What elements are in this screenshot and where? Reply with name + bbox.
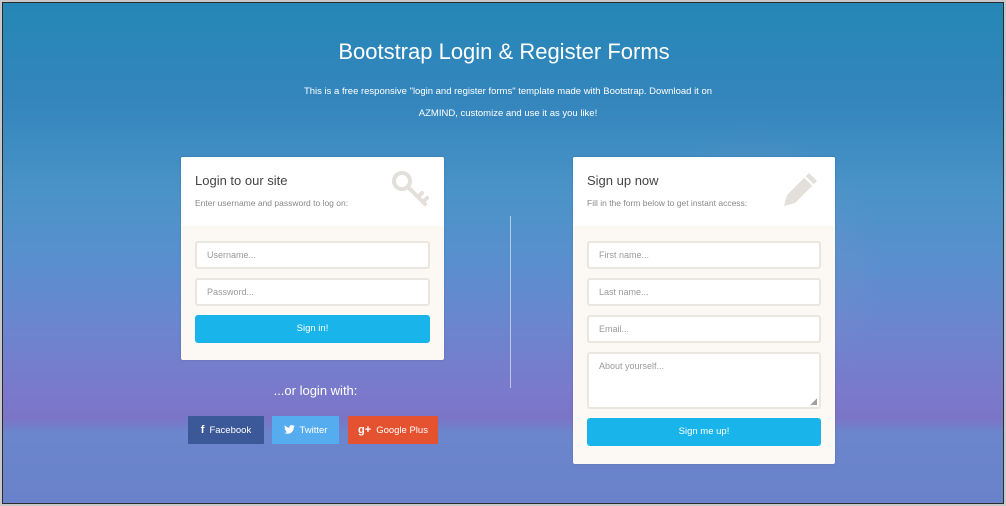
sign-up-button[interactable]: Sign me up! bbox=[587, 418, 821, 446]
facebook-login-button[interactable]: f Facebook bbox=[188, 416, 264, 444]
last-name-input[interactable]: Last name... bbox=[587, 278, 821, 306]
page-background: Bootstrap Login & Register Forms This is… bbox=[2, 2, 1004, 504]
signup-subtitle: Fill in the form below to get instant ac… bbox=[587, 198, 748, 208]
page-description: This is a free responsive "login and reg… bbox=[303, 81, 713, 125]
key-icon bbox=[392, 171, 429, 206]
sign-in-button[interactable]: Sign in! bbox=[195, 315, 430, 343]
twitter-login-button[interactable]: Twitter bbox=[272, 416, 339, 444]
google-plus-label: Google Plus bbox=[376, 425, 428, 436]
column-divider bbox=[510, 216, 511, 388]
resize-handle-icon[interactable] bbox=[810, 398, 817, 405]
page-title: Bootstrap Login & Register Forms bbox=[338, 39, 670, 64]
login-card-header: Login to our site Enter username and pas… bbox=[181, 157, 444, 226]
first-name-input[interactable]: First name... bbox=[587, 241, 821, 269]
twitter-icon bbox=[283, 416, 295, 444]
about-placeholder: About yourself... bbox=[599, 361, 665, 371]
signup-title: Sign up now bbox=[587, 173, 659, 188]
pencil-icon bbox=[784, 173, 817, 206]
about-yourself-textarea[interactable]: About yourself... bbox=[587, 352, 821, 409]
facebook-icon: f bbox=[200, 424, 205, 436]
description-line-2: AZMIND, customize and use it as you like… bbox=[418, 108, 598, 119]
login-title: Login to our site bbox=[195, 173, 288, 188]
email-input[interactable]: Email... bbox=[587, 315, 821, 343]
signup-card-header: Sign up now Fill in the form below to ge… bbox=[573, 157, 835, 226]
password-input[interactable]: Password... bbox=[195, 278, 430, 306]
facebook-label: Facebook bbox=[209, 425, 252, 436]
google-plus-login-button[interactable]: g+ Google Plus bbox=[348, 416, 438, 444]
google-plus-icon: g+ bbox=[358, 424, 372, 436]
login-subtitle: Enter username and password to log on: bbox=[195, 198, 349, 208]
username-input[interactable]: Username... bbox=[195, 241, 430, 269]
signup-card: Sign up now Fill in the form below to ge… bbox=[573, 157, 835, 464]
description-line-1: This is a free responsive "login and reg… bbox=[303, 86, 713, 97]
login-card: Login to our site Enter username and pas… bbox=[181, 157, 444, 360]
twitter-label: Twitter bbox=[299, 425, 328, 436]
or-login-with-label: ...or login with: bbox=[273, 383, 358, 398]
